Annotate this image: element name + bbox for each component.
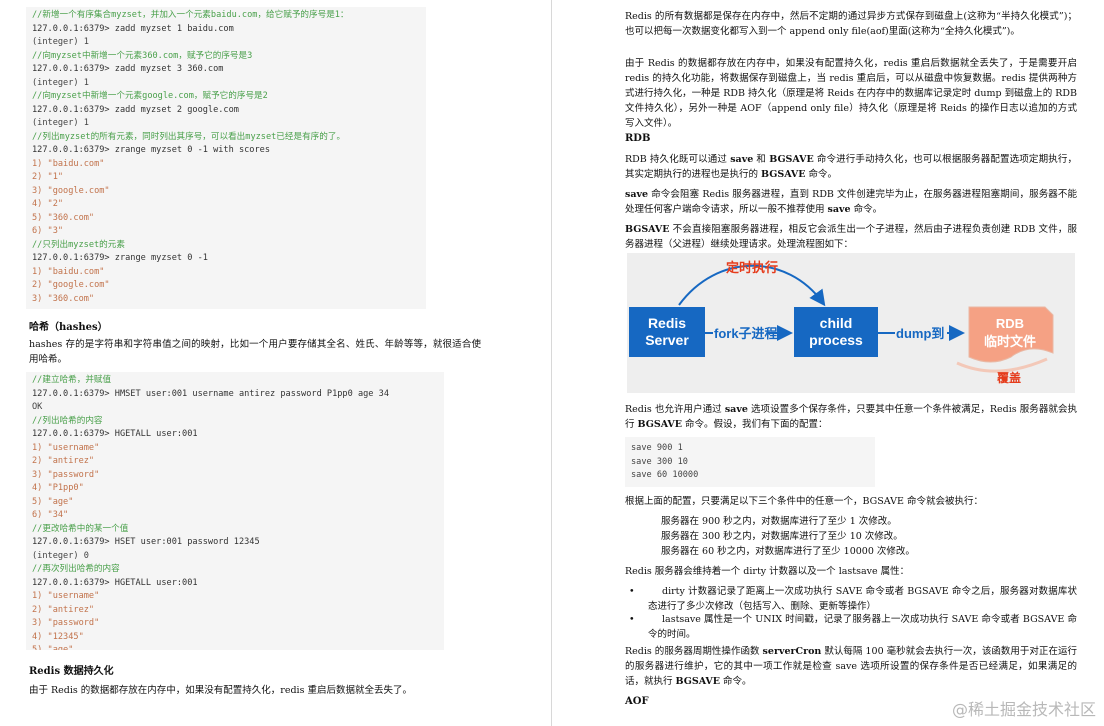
config-line: save 60 10000 (631, 470, 699, 480)
persistence-paragraph-2: 由于 Redis 的数据都存放在内存中，如果没有配置持久化，redis 重启后数… (625, 58, 1077, 129)
hashes-heading: 哈希（hashes） (29, 322, 108, 333)
code-line: 3) "360.com" (32, 293, 95, 304)
rdb-paragraph-bgsave: BGSAVE 不会直接阻塞服务器进程，相反它会派生出一个子进程，然后由子进程负责… (625, 224, 1077, 250)
config-line: save 300 10 (631, 456, 688, 467)
lastsave-bullet: lastsave 属性是一个 UNIX 时间戳，记录了服务器上一次成功执行 SA… (648, 614, 1077, 640)
code-line: 1) "username" (32, 591, 100, 601)
bullet-dot: • (629, 614, 635, 625)
code-line: OK (32, 402, 43, 412)
condition-item: 服务器在 900 秒之内，对数据库进行了至少 1 次修改。 (661, 516, 897, 527)
code-line: 5) "360.com" (32, 212, 95, 223)
watermark: @稀土掘金技术社区 (951, 700, 1096, 719)
code-line: 4) "P1pp0" (32, 483, 84, 493)
rdb-paragraph-save: save 命令会阻塞 Redis 服务器进程，直到 RDB 文件创建完毕为止，在… (625, 189, 1077, 215)
code-line: (integer) 1 (32, 118, 89, 128)
servercron-paragraph: Redis 的服务器周期性操作函数 serverCron 默认每隔 100 毫秒… (625, 646, 1077, 687)
code-line: 6) "3" (32, 226, 64, 236)
config-line: save 900 1 (631, 443, 683, 453)
code-line: //列出哈希的内容 (32, 415, 103, 426)
dirty-intro: Redis 服务器会维持着一个 dirty 计数器以及一个 lastsave 属… (625, 566, 910, 577)
bullet-dot: • (629, 586, 635, 597)
code-line: 2) "antirez" (32, 456, 95, 466)
code-line: 127.0.0.1:6379> zrange myzset 0 -1 with … (32, 145, 270, 155)
code-line: 4) "2" (32, 199, 64, 209)
hashes-code-block: //建立哈希，并赋值 127.0.0.1:6379> HMSET user:001… (26, 372, 444, 650)
code-line: (integer) 0 (32, 550, 89, 561)
condition-item: 服务器在 300 秒之内，对数据库进行了至少 10 次修改。 (661, 531, 903, 542)
bgsave-flow-diagram: 定时执行 Redis Server fork子进程 child process … (627, 253, 1075, 393)
code-line: 1) "baidu.com" (32, 266, 105, 277)
conditions-intro: 根据上面的配置，只要满足以下三个条件中的任意一个，BGSAVE 命令就会被执行： (625, 496, 983, 507)
code-line: (integer) 1 (32, 37, 89, 47)
code-line: 127.0.0.1:6379> zadd myzset 1 baidu.com (32, 23, 234, 34)
rdb-file-label: RDB 临时文件 (983, 316, 1036, 349)
rdb-paragraph-1: RDB 持久化既可以通过 save 和 BGSAVE 命令进行手动持久化，也可以… (625, 154, 1077, 180)
code-line: 2) "1" (32, 172, 64, 182)
code-line: (integer) 1 (32, 77, 89, 88)
code-line: //更改哈希中的某一个值 (32, 523, 129, 534)
zset-code-block: //新增一个有序集合myzset，并加入一个元素baidu.com，给它赋予的序… (26, 7, 426, 309)
aof-heading: AOF (625, 696, 649, 707)
code-line: 127.0.0.1:6379> zrange myzset 0 -1 (32, 253, 208, 263)
code-line: //列出myzset的所有元素，同时列出其序号，可以看出myzset已经是有序的… (32, 131, 346, 142)
code-line: 127.0.0.1:6379> HSET user:001 password 1… (32, 537, 260, 547)
code-line: 6) "34" (32, 510, 69, 520)
code-line: 3) "password" (32, 618, 100, 628)
child-process-box: child process (794, 307, 878, 357)
left-page: //新增一个有序集合myzset，并加入一个元素baidu.com，给它赋予的序… (0, 0, 552, 726)
code-line: 127.0.0.1:6379> zadd myzset 3 360.com (32, 64, 224, 74)
code-line: 2) "antirez" (32, 604, 95, 615)
code-line: //建立哈希，并赋值 (32, 375, 112, 385)
code-line: //向myzset中新增一个元素360.com，赋予它的序号是3 (32, 50, 253, 61)
persistence-paragraph-1: Redis 的所有数据都是保存在内存中，然后不定期的通过异步方式保存到磁盘上(这… (625, 11, 1077, 37)
code-line: 1) "baidu.com" (32, 158, 105, 169)
code-line: 127.0.0.1:6379> HMSET user:001 username … (32, 388, 389, 399)
overwrite-label: 覆盖 (997, 371, 1022, 385)
code-line: //只列出myzset的元素 (32, 239, 125, 250)
code-line: 3) "password" (32, 469, 100, 480)
dirty-bullet: dirty 计数器记录了距离上一次成功执行 SAVE 命令或者 BGSAVE 命… (648, 586, 1077, 612)
save-config-block: save 900 1 save 300 10 save 60 10000 (625, 437, 875, 487)
persistence-heading: Redis 数据持久化 (29, 666, 114, 677)
code-line: 127.0.0.1:6379> HGETALL user:001 (32, 577, 198, 588)
fork-label: fork子进程 (714, 326, 778, 341)
code-line: //再次列出哈希的内容 (32, 564, 120, 574)
code-line: 4) "12345" (32, 631, 84, 642)
code-line: 3) "google.com" (32, 185, 110, 196)
code-line: 5) "age" (32, 645, 74, 650)
code-line: 5) "age" (32, 496, 74, 507)
code-line: //新增一个有序集合myzset，并加入一个元素baidu.com，给它赋予的序… (32, 10, 349, 20)
code-line: 127.0.0.1:6379> zadd myzset 2 google.com (32, 104, 239, 115)
code-line: //向myzset中新增一个元素google.com，赋予它的序号是2 (32, 91, 268, 101)
code-line: 1) "username" (32, 442, 100, 453)
persistence-intro: 由于 Redis 的数据都存放在内存中，如果没有配置持久化，redis 重启后数… (29, 685, 412, 696)
timer-label: 定时执行 (726, 260, 779, 275)
code-line: 2) "google.com" (32, 280, 110, 290)
condition-item: 服务器在 60 秒之内，对数据库进行了至少 10000 次修改。 (661, 546, 915, 557)
hashes-intro: hashes 存的是字符串和字符串值之间的映射，比如一个用户要存储其全名、姓氏、… (29, 339, 481, 365)
dump-label: dump到 (896, 326, 945, 341)
save-options-paragraph: Redis 也允许用户通过 save 选项设置多个保存条件，只要其中任意一个条件… (625, 404, 1078, 430)
redis-server-box: Redis Server (629, 307, 705, 357)
code-line: 127.0.0.1:6379> HGETALL user:001 (32, 429, 198, 439)
rdb-heading: RDB (625, 133, 651, 144)
right-page: Redis 的所有数据都是保存在内存中，然后不定期的通过异步方式保存到磁盘上(这… (553, 0, 1104, 726)
